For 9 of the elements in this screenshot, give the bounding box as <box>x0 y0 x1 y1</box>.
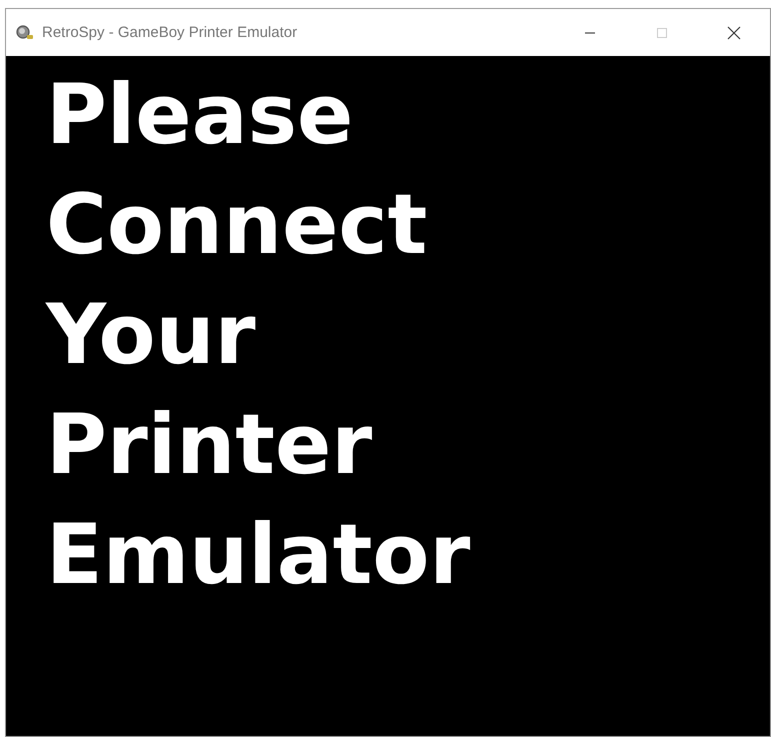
message-text: Printer <box>46 395 372 495</box>
close-icon <box>727 26 741 40</box>
message-text: Emulator <box>46 505 470 605</box>
maximize-icon <box>656 26 668 38</box>
magnifier-icon <box>16 24 34 40</box>
message-text: Connect <box>46 175 428 275</box>
message-text: Please <box>46 65 354 165</box>
window-title: RetroSpy - GameBoy Printer Emulator <box>42 24 298 41</box>
message-text: Your <box>46 285 256 385</box>
